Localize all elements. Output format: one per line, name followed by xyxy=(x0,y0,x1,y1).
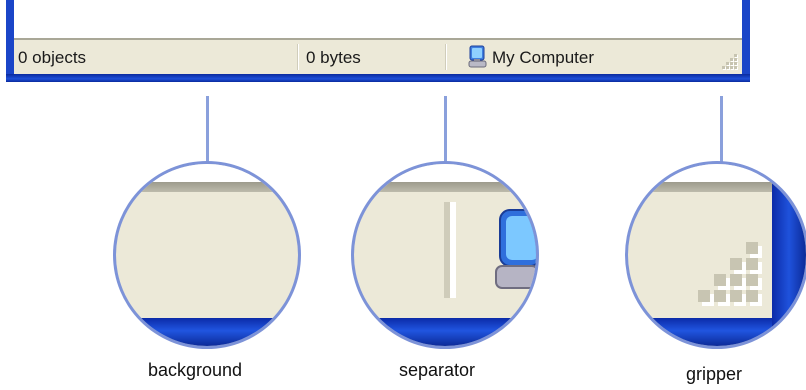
frame-corner-zoomed xyxy=(772,182,806,346)
window-border-right xyxy=(742,0,750,82)
callout-line-gripper xyxy=(720,96,723,164)
window-content-area xyxy=(14,0,742,38)
window-border-bottom xyxy=(6,74,750,82)
status-separator-1 xyxy=(297,44,298,70)
label-background: background xyxy=(148,360,243,380)
magnifier-background xyxy=(116,164,298,346)
status-bar: 0 objects 0 bytes My Computer xyxy=(14,38,742,74)
window-border-left xyxy=(6,0,14,82)
magnifier-gripper xyxy=(628,164,806,346)
magnifier-separator xyxy=(354,164,536,346)
label-separator: separator xyxy=(399,360,476,380)
computer-icon-zoomed xyxy=(495,209,536,289)
status-separator-2 xyxy=(445,44,446,70)
resize-gripper[interactable] xyxy=(722,54,738,70)
status-zone-text: My Computer xyxy=(492,48,595,67)
window-frame: 0 objects 0 bytes My Computer xyxy=(6,0,750,82)
label-gripper: gripper xyxy=(686,364,743,384)
computer-icon xyxy=(468,45,487,68)
status-objects-text: 0 objects xyxy=(18,48,87,67)
resize-gripper-zoomed xyxy=(698,242,764,308)
status-bytes-text: 0 bytes xyxy=(306,48,361,67)
callout-line-separator xyxy=(444,96,447,164)
callout-line-background xyxy=(206,96,209,164)
separator-line-zoomed xyxy=(444,202,450,298)
